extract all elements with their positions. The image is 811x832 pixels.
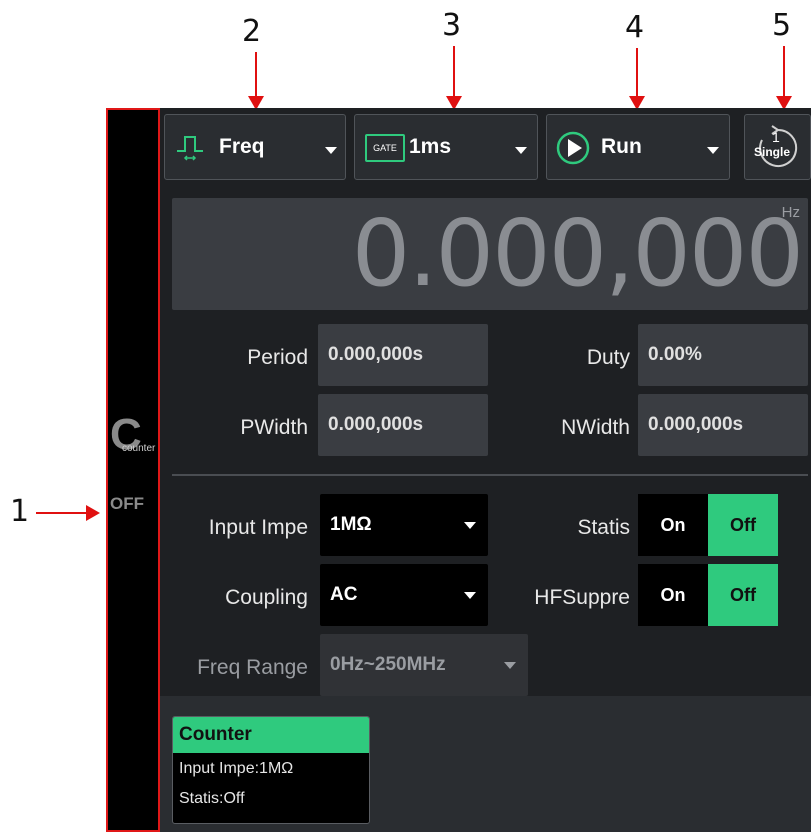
input-impedance-label: Input Impe bbox=[208, 516, 308, 539]
callout-number-1: 1 bbox=[10, 494, 30, 529]
function-dropdown[interactable]: Freq bbox=[164, 114, 346, 180]
status-card-line: Input Impe:1MΩ bbox=[179, 760, 294, 777]
run-label: Run bbox=[601, 135, 642, 158]
callout-number-4: 4 bbox=[625, 10, 645, 45]
run-mode-dropdown[interactable]: Run bbox=[546, 114, 730, 180]
freq-range-select: 0Hz~250MHz bbox=[320, 634, 528, 696]
callout-arrow-3 bbox=[446, 46, 462, 110]
gate-time-dropdown[interactable]: GATE 1ms bbox=[354, 114, 538, 180]
pwidth-label: PWidth bbox=[240, 416, 308, 439]
play-icon bbox=[556, 131, 590, 165]
counter-sidebar[interactable]: C counter OFF bbox=[106, 108, 160, 832]
nwidth-label: NWidth bbox=[561, 416, 630, 439]
callout-number-5: 5 bbox=[772, 8, 792, 43]
section-divider bbox=[172, 474, 808, 476]
chevron-down-icon bbox=[464, 522, 476, 529]
coupling-value: AC bbox=[330, 584, 358, 605]
coupling-select[interactable]: AC bbox=[320, 564, 488, 626]
callout-arrow-5 bbox=[776, 46, 792, 110]
single-button[interactable]: 1 Single bbox=[744, 114, 811, 180]
chevron-down-icon bbox=[464, 592, 476, 599]
statis-on-option[interactable]: On bbox=[638, 494, 708, 556]
input-impedance-select[interactable]: 1MΩ bbox=[320, 494, 488, 556]
freq-range-label: Freq Range bbox=[197, 656, 308, 679]
function-label: Freq bbox=[219, 135, 265, 158]
hfsuppress-on-option[interactable]: On bbox=[638, 564, 708, 626]
coupling-label: Coupling bbox=[225, 586, 308, 609]
counter-panel: Freq GATE 1ms Run 1 Single Hz 0.000,000 … bbox=[160, 108, 811, 832]
status-card-title: Counter bbox=[173, 717, 369, 753]
pulse-icon bbox=[177, 136, 203, 161]
frequency-value: 0.000,000 bbox=[351, 200, 804, 307]
hfsuppress-toggle[interactable]: On Off bbox=[638, 564, 778, 626]
chevron-down-icon bbox=[325, 147, 337, 154]
hfsuppress-off-option[interactable]: Off bbox=[708, 564, 778, 626]
callout-arrow-4 bbox=[629, 48, 645, 110]
period-label: Period bbox=[247, 346, 308, 369]
duty-label: Duty bbox=[586, 346, 630, 369]
callout-number-3: 3 bbox=[442, 8, 462, 43]
chevron-down-icon bbox=[707, 147, 719, 154]
nwidth-value: 0.000,000s bbox=[638, 394, 808, 456]
gate-time-label: 1ms bbox=[409, 135, 452, 158]
chevron-down-icon bbox=[515, 147, 527, 154]
period-value: 0.000,000s bbox=[318, 324, 488, 386]
frequency-display: Hz 0.000,000 bbox=[172, 198, 808, 310]
duty-value: 0.00% bbox=[638, 324, 808, 386]
single-label: Single bbox=[754, 145, 791, 159]
chevron-down-icon bbox=[504, 662, 516, 669]
freq-range-value: 0Hz~250MHz bbox=[330, 654, 446, 675]
sidebar-module-label: counter bbox=[122, 443, 156, 454]
callout-arrow-2 bbox=[248, 52, 264, 110]
statis-label: Statis bbox=[577, 516, 630, 539]
statis-off-option[interactable]: Off bbox=[708, 494, 778, 556]
hfsuppress-label: HFSuppre bbox=[534, 586, 630, 609]
status-card-line: Statis:Off bbox=[179, 790, 245, 807]
single-count: 1 bbox=[772, 129, 780, 145]
sidebar-state: OFF bbox=[110, 494, 144, 513]
gate-icon: GATE bbox=[365, 134, 405, 162]
statis-toggle[interactable]: On Off bbox=[638, 494, 778, 556]
input-impedance-value: 1MΩ bbox=[330, 514, 372, 535]
counter-status-card[interactable]: Counter Input Impe:1MΩ Statis:Off bbox=[172, 716, 370, 824]
callout-number-2: 2 bbox=[242, 14, 262, 49]
callout-arrow-1 bbox=[36, 505, 100, 521]
pwidth-value: 0.000,000s bbox=[318, 394, 488, 456]
